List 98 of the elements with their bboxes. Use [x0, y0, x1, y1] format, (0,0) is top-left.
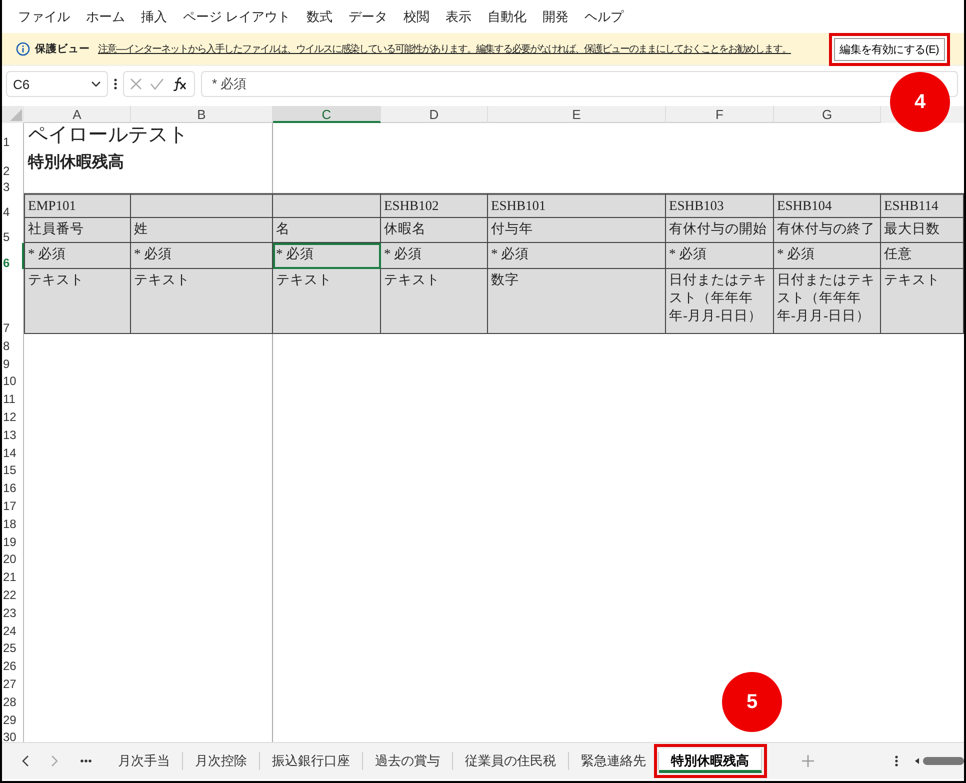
table-cell: * 必須: [774, 243, 881, 269]
table-cell: 有休付与の終了: [774, 218, 881, 243]
info-icon: [16, 42, 30, 56]
row-number[interactable]: 6: [2, 243, 24, 269]
table-cell: * 必須: [24, 243, 131, 269]
table-cell: * 必須: [381, 243, 488, 269]
menu-item[interactable]: ホーム: [78, 8, 133, 26]
row-number[interactable]: 23: [2, 600, 24, 619]
table-cell: 日付またはテキスト（年年年年-月月-日日）: [666, 269, 774, 334]
menu-item[interactable]: ファイル: [10, 8, 78, 26]
sheet-tab[interactable]: 月次控除: [183, 752, 260, 770]
row-number[interactable]: 8: [2, 334, 24, 352]
column-header[interactable]: B: [131, 106, 273, 123]
callout-badge: 4: [890, 72, 950, 132]
row-number[interactable]: 11: [2, 387, 24, 406]
table-cell: 休暇名: [381, 218, 488, 243]
table-cell: 付与年: [488, 218, 666, 243]
menu-item[interactable]: 開発: [534, 8, 577, 26]
sheet-tab[interactable]: 従業員の住民税: [453, 752, 569, 770]
row-number[interactable]: 5: [2, 218, 24, 243]
row-number[interactable]: 28: [2, 690, 24, 708]
horizontal-scrollbar[interactable]: [914, 756, 964, 766]
check-icon[interactable]: [150, 78, 164, 90]
name-box[interactable]: C6: [6, 71, 108, 97]
row-number[interactable]: 14: [2, 440, 24, 459]
row-number[interactable]: 4: [2, 193, 24, 218]
column-header[interactable]: E: [488, 106, 666, 123]
table-cell: * 必須: [488, 243, 666, 269]
row-number[interactable]: 20: [2, 548, 24, 566]
menu-item[interactable]: 校閲: [396, 8, 438, 26]
table-cell: テキスト: [273, 269, 381, 334]
table-cell: 日付またはテキスト（年年年年-月月-日日）: [774, 269, 881, 334]
row-number[interactable]: 18: [2, 512, 24, 530]
table-cell: EMP101: [24, 193, 131, 218]
table-cell: 姓: [131, 218, 273, 243]
row-number[interactable]: 15: [2, 458, 24, 476]
column-header[interactable]: C: [273, 106, 381, 123]
more-icon[interactable]: [80, 759, 92, 763]
table-cell: テキスト: [24, 269, 131, 334]
menu-item[interactable]: ページ レイアウト: [175, 8, 299, 26]
table-cell: ESHB103: [666, 193, 774, 218]
column-header[interactable]: A: [24, 106, 131, 123]
enable-editing-button[interactable]: 編集を有効にする(E): [828, 32, 950, 66]
column-header[interactable]: G: [774, 106, 881, 123]
warning-message[interactable]: 注意—インターネットから入手したファイルは、ウイルスに感染している可能性があります。編集する必要がなければ、保護ビューのままにしておくことをお勧めします。: [98, 42, 791, 56]
more-icon[interactable]: [895, 755, 898, 767]
row-number[interactable]: 25: [2, 636, 24, 654]
row-number[interactable]: 27: [2, 672, 24, 690]
row-number[interactable]: 12: [2, 405, 24, 423]
row-number[interactable]: 19: [2, 530, 24, 548]
table-cell: 有休付与の開始: [666, 218, 774, 243]
row-number[interactable]: 21: [2, 565, 24, 584]
previous-sheet-icon[interactable]: [22, 755, 29, 767]
column-header[interactable]: F: [666, 106, 774, 123]
table-cell: 社員番号: [24, 218, 131, 243]
table-cell: * 必須: [131, 243, 273, 269]
table-cell: ESHB102: [381, 193, 488, 218]
table-cell: 最大日数: [881, 218, 964, 243]
menu-item[interactable]: 自動化: [480, 8, 535, 26]
table-cell: テキスト: [131, 269, 273, 334]
sheet-subtitle: 特別休暇残高: [26, 152, 125, 173]
sheet-title: ペイロールテスト: [27, 123, 189, 148]
menu-item[interactable]: データ: [340, 8, 396, 26]
row-number[interactable]: 3: [2, 177, 24, 193]
sheet-tab[interactable]: 過去の賞与: [363, 752, 453, 770]
table-cell: * 必須: [666, 243, 774, 269]
table-cell: テキスト: [881, 269, 964, 334]
row-number[interactable]: 29: [2, 708, 24, 726]
function-icon[interactable]: [172, 77, 188, 91]
row-number[interactable]: 24: [2, 618, 24, 637]
sheet-tab[interactable]: 振込銀行口座: [260, 752, 363, 770]
row-number[interactable]: 13: [2, 422, 24, 441]
row-number[interactable]: 1: [2, 123, 24, 148]
row-number[interactable]: 9: [2, 352, 24, 370]
sheet-tab[interactable]: 月次手当: [106, 752, 183, 770]
row-number[interactable]: 7: [2, 269, 24, 334]
row-number[interactable]: 10: [2, 370, 24, 388]
table-cell: ESHB101: [488, 193, 666, 218]
menu-item[interactable]: 表示: [438, 8, 480, 26]
menu-item[interactable]: ヘルプ: [576, 8, 632, 26]
table-cell: テキスト: [381, 269, 488, 334]
table-cell: 任意: [881, 243, 964, 269]
table-cell: ESHB104: [774, 193, 881, 218]
row-number[interactable]: 26: [2, 654, 24, 672]
menu-item[interactable]: 挿入: [133, 8, 175, 26]
column-header[interactable]: D: [381, 106, 488, 123]
protected-view-label: 保護ビュー: [35, 42, 90, 56]
menu-item[interactable]: 数式: [298, 8, 341, 26]
table-cell: * 必須: [273, 243, 381, 269]
add-sheet-icon[interactable]: [802, 755, 814, 767]
row-number[interactable]: 16: [2, 476, 24, 494]
row-number[interactable]: 2: [2, 148, 24, 177]
table-cell: ESHB114: [881, 193, 964, 218]
more-icon[interactable]: [114, 78, 117, 90]
table-cell: 名: [273, 218, 381, 243]
row-number[interactable]: 22: [2, 583, 24, 601]
table-cell: 数字: [488, 269, 666, 334]
row-number[interactable]: 17: [2, 494, 24, 512]
